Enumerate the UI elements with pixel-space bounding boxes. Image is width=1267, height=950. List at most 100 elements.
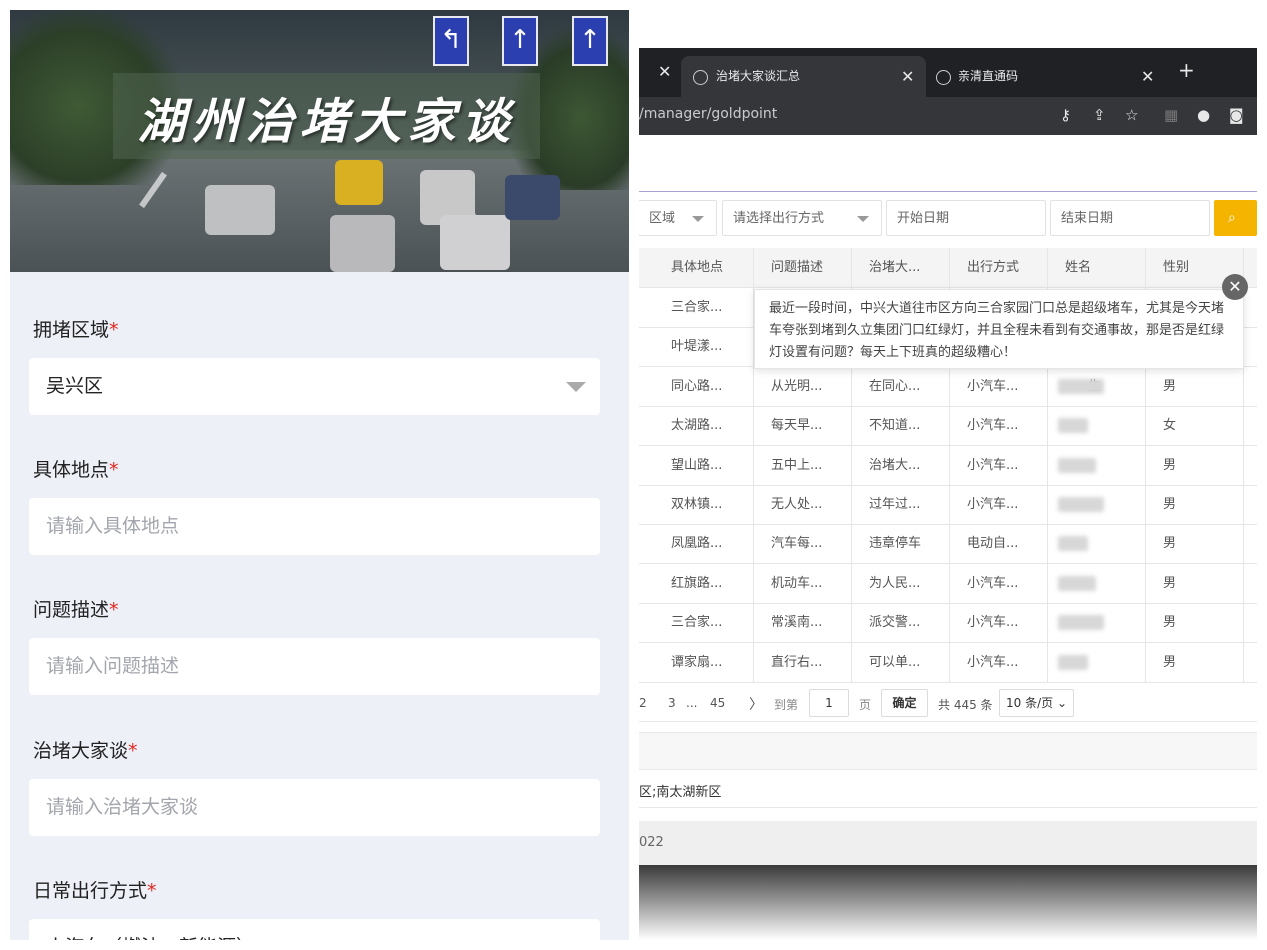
tab-qinqing[interactable]: 亲清直通码 ✕ — [926, 56, 1171, 97]
chevron-down-icon — [692, 216, 704, 222]
travel-mode-filter-select[interactable]: 请选择出行方式 — [722, 200, 882, 236]
travel-mode-filter-label: 请选择出行方式 — [733, 211, 825, 226]
table-cell-gender: 男 — [1146, 524, 1244, 564]
table-cell-gender: 男 — [1146, 445, 1244, 485]
table-cell-name — [1048, 603, 1146, 643]
table-cell-desc: 每天早... — [754, 406, 852, 446]
description-tooltip: 最近一段时间，中兴大道往市区方向三合家园门口总是超级堵车，尤其是今天堵车夸张到堵… — [754, 289, 1244, 369]
close-icon[interactable]: ✕ — [1141, 56, 1154, 97]
table-row[interactable]: 凤凰路... 汽车每... 违章停车 电动自... 男 — [639, 524, 1257, 565]
left-turn-sign-icon: ↰ — [433, 16, 469, 66]
goto-label: 到第 — [774, 698, 799, 712]
table-cell-talk: 派交警... — [852, 603, 950, 643]
page-unit-label: 页 — [859, 698, 872, 712]
table-cell-talk: 不知道... — [852, 406, 950, 446]
extension-icon[interactable]: ▦ — [1164, 106, 1178, 124]
camera-icon[interactable]: ◙ — [1229, 106, 1244, 124]
redacted-name — [1058, 615, 1104, 631]
banner-title: 湖州治堵大家谈 — [137, 94, 516, 150]
redacted-name — [1058, 497, 1104, 512]
travel-mode-select[interactable]: 小汽车（燃油、新能源） — [29, 919, 600, 940]
new-tab-button[interactable]: + — [1178, 58, 1195, 82]
table-cell-talk: 治堵大... — [852, 445, 950, 485]
page-ellipsis[interactable]: ... — [686, 696, 697, 710]
table-cell-name — [1048, 485, 1146, 524]
page-link[interactable]: 2 — [639, 696, 647, 710]
key-icon[interactable]: ⚷ — [1060, 106, 1071, 124]
close-icon[interactable]: ✕ — [901, 56, 914, 97]
end-date-input[interactable]: 结束日期 — [1050, 200, 1210, 236]
total-count: 共 445 条 — [938, 698, 993, 712]
page-link[interactable]: 45 — [710, 696, 725, 710]
car-graphic — [440, 215, 510, 270]
table-cell-mode: 小汽车... — [950, 366, 1048, 406]
chevron-down-icon: ⌄ — [1056, 696, 1068, 710]
table-cell-mode: 小汽车... — [950, 445, 1048, 485]
tab-label: 亲清直通码 — [958, 69, 1019, 83]
column-header[interactable]: 出行方式 — [950, 248, 1048, 287]
description-input[interactable]: 请输入问题描述 — [29, 638, 600, 695]
start-date-input[interactable]: 开始日期 — [886, 200, 1046, 236]
table-cell-name — [1048, 445, 1146, 485]
next-page-icon[interactable]: 〉 — [749, 694, 763, 714]
area-filter-select[interactable]: 区域 — [639, 200, 717, 236]
table-cell-place: 双林镇... — [654, 485, 754, 524]
page-number-input[interactable]: 1 — [809, 689, 849, 717]
area-filter-label: 区域 — [649, 211, 676, 226]
table-row[interactable]: 谭家扇... 直行右... 可以单... 小汽车... 男 — [639, 642, 1257, 683]
table-cell-desc: 从光明... — [754, 366, 852, 406]
star-icon[interactable]: ☆ — [1125, 106, 1138, 124]
region-list-text: 区;南太湖新区 — [639, 785, 722, 800]
place-input[interactable]: 请输入具体地点 — [29, 498, 600, 555]
share-icon[interactable]: ⇪ — [1093, 106, 1106, 124]
column-header[interactable]: 问题描述 — [754, 248, 852, 287]
table-cell-gender: 男 — [1146, 642, 1244, 682]
table-cell-mode: 小汽车... — [950, 485, 1048, 524]
table-cell-gender: 男 — [1146, 563, 1244, 603]
record-icon[interactable]: ● — [1197, 106, 1210, 124]
table-cell-place: 谭家扇... — [654, 642, 754, 682]
tab-bar: ✕ 治堵大家谈汇总 ✕ 亲清直通码 ✕ + — [639, 48, 1257, 97]
area-select[interactable]: 吴兴区 — [29, 358, 600, 415]
suggestion-input[interactable]: 请输入治堵大家谈 — [29, 779, 600, 836]
table-cell-desc: 五中上... — [754, 445, 852, 485]
table-cell-desc: 汽车每... — [754, 524, 852, 564]
table-cell-name — [1048, 642, 1146, 682]
table-cell-place: 同心路... — [654, 366, 754, 406]
column-header[interactable]: 具体地点 — [654, 248, 754, 287]
table-row[interactable]: 望山路... 五中上... 治堵大... 小汽车... 男 — [639, 445, 1257, 486]
url-text: /manager/goldpoint — [639, 106, 778, 122]
column-header[interactable]: 治堵大... — [852, 248, 950, 287]
search-button[interactable]: ⌕ — [1214, 200, 1257, 236]
table-row[interactable]: 同心路...从光明...在同心...小汽车...生男 — [639, 366, 1257, 407]
field-label-place: 具体地点* — [33, 459, 119, 481]
table-cell-desc: 常溪南... — [754, 603, 852, 643]
table-row[interactable]: 双林镇... 无人处... 过年过... 小汽车... 男 — [639, 485, 1257, 525]
table-cell-mode: 小汽车... — [950, 563, 1048, 603]
table-cell-desc: 直行右... — [754, 642, 852, 682]
close-icon[interactable]: ✕ — [1222, 274, 1248, 300]
tab-summary[interactable]: 治堵大家谈汇总 ✕ — [681, 56, 926, 97]
pagination: 2 3 ... 45 〉 到第 1 页 确定 共 445 条 10 条/页 ⌄ — [639, 687, 1257, 719]
straight-sign-icon: ↑ — [502, 16, 538, 66]
table-row[interactable]: 三合家... 常溪南... 派交警... 小汽车... 男 — [639, 603, 1257, 644]
table-cell-talk: 过年过... — [852, 485, 950, 524]
table-cell-mode: 电动自... — [950, 524, 1048, 564]
table-cell-desc: 机动车... — [754, 563, 852, 603]
table-cell-place: 凤凰路... — [654, 524, 754, 564]
table-cell-name — [1048, 406, 1146, 446]
car-graphic — [205, 185, 275, 235]
globe-icon — [693, 70, 708, 85]
column-header[interactable]: 姓名 — [1048, 248, 1146, 287]
redacted-name — [1058, 654, 1088, 670]
globe-icon — [936, 70, 951, 85]
table-cell-mode: 小汽车... — [950, 603, 1048, 643]
close-icon[interactable]: ✕ — [658, 62, 671, 81]
table-cell-name: 生 — [1048, 366, 1146, 406]
table-row[interactable]: 红旗路... 机动车... 为人民... 小汽车... 男 — [639, 563, 1257, 604]
table-row[interactable]: 太湖路... 每天早... 不知道... 小汽车... 女 — [639, 406, 1257, 447]
per-page-select[interactable]: 10 条/页 ⌄ — [999, 689, 1074, 717]
address-bar[interactable]: /manager/goldpoint ⚷ ⇪ ☆ ▦ ● ◙ — [639, 97, 1257, 135]
confirm-button[interactable]: 确定 — [881, 689, 928, 717]
page-link[interactable]: 3 — [668, 696, 676, 710]
